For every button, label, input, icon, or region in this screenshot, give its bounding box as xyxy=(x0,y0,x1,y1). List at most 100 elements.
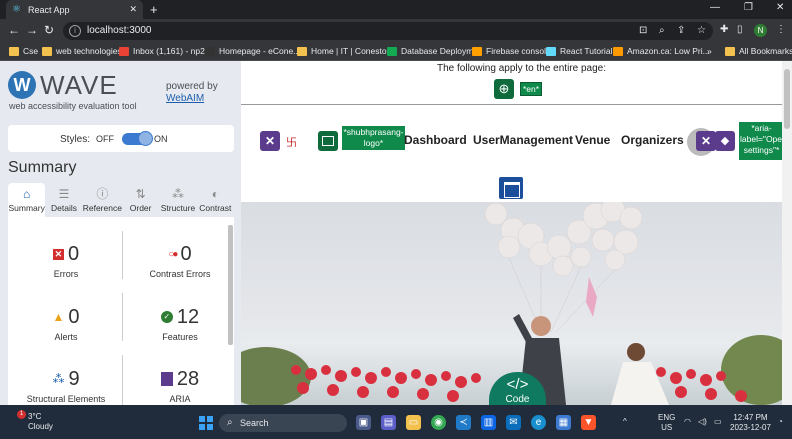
tab-structure[interactable]: ⁂ Structure xyxy=(159,183,196,217)
aria-tag-icon[interactable]: ◆ xyxy=(715,131,735,151)
back-icon[interactable]: ← xyxy=(8,23,20,37)
styles-on-label: ON xyxy=(154,134,168,144)
page-scrollbar[interactable] xyxy=(782,61,792,405)
wave-subtitle: web accessibility evaluation tool xyxy=(9,101,137,111)
error-icon: ✕ xyxy=(52,248,64,260)
store-icon[interactable]: ▦ xyxy=(556,415,571,430)
all-bookmarks-button[interactable]: All Bookmarks xyxy=(725,46,792,56)
edge-icon[interactable]: e xyxy=(531,415,546,430)
extensions-icon[interactable]: ✚ xyxy=(720,24,728,35)
url-text[interactable]: localhost:3000 xyxy=(87,25,152,36)
wave-tabs: ⌂ Summary ☰ Details ⓘ Reference ⇅ Order ⁂ Str… xyxy=(8,183,234,217)
bookmark-item[interactable]: Database Deploym... xyxy=(387,46,480,56)
tab-details[interactable]: ☰ Details xyxy=(45,183,82,217)
nav-venue[interactable]: Venue xyxy=(575,133,610,147)
react-icon: ⚛ xyxy=(12,3,21,15)
bookmark-item[interactable]: React Tutorial xyxy=(546,46,612,56)
tray-overflow-icon[interactable]: ^ xyxy=(623,417,627,427)
site-icon xyxy=(205,46,215,56)
styles-toggle-knob[interactable] xyxy=(138,131,153,146)
browser-toolbar: ← → ↻ i localhost:3000 ⊡ ⌕ ⇪ ☆ xyxy=(0,19,792,43)
mongodb-icon xyxy=(387,46,397,56)
styles-off-label: OFF xyxy=(96,134,114,144)
browser-tab[interactable]: ⚛ React App ✕ xyxy=(6,0,143,19)
clock[interactable]: 12:47 PM 2023-12-07 xyxy=(730,413,771,433)
mail-icon[interactable]: ✉ xyxy=(506,415,521,430)
tab-summary[interactable]: ⌂ Summary xyxy=(8,183,46,217)
scrollbar-thumb[interactable] xyxy=(784,69,790,129)
tab-order[interactable]: ⇅ Order xyxy=(122,183,159,217)
teams-icon[interactable]: ▤ xyxy=(381,415,396,430)
logo-alt-tag: *shubhprasang-logo* xyxy=(342,126,405,150)
bookmark-item[interactable]: Amazon.ca: Low Pri... xyxy=(613,46,710,56)
notification-badge: 1 xyxy=(17,410,26,419)
bookmark-item[interactable]: Inbox (1,161) - np2... xyxy=(119,46,212,56)
errors-stat[interactable]: ✕ 0 Errors xyxy=(16,243,116,279)
language-indicator[interactable]: ENG US xyxy=(658,413,675,433)
code-view-button[interactable]: </> Code xyxy=(489,372,546,405)
language-globe-icon[interactable]: ⊕ xyxy=(494,79,514,99)
nav-organizers[interactable]: Organizers xyxy=(621,133,684,147)
contrast-error-icon: ○● xyxy=(168,248,178,260)
zoom-icon[interactable]: ⌕ xyxy=(659,25,665,36)
summary-heading: Summary xyxy=(8,159,77,176)
task-view-icon[interactable]: ▣ xyxy=(356,415,371,430)
new-tab-button[interactable]: + xyxy=(150,3,158,16)
code-label: Code xyxy=(505,394,530,405)
alerts-stat[interactable]: ▲ 0 Alerts xyxy=(16,306,116,342)
divider xyxy=(122,355,123,405)
forward-icon[interactable]: → xyxy=(26,23,38,37)
wave-logo-icon: W xyxy=(8,71,36,99)
share-icon[interactable]: ⇪ xyxy=(677,25,685,36)
profile-avatar[interactable]: N xyxy=(754,24,767,37)
powered-by: powered by WebAIM xyxy=(166,81,218,105)
bookmark-item[interactable]: web technologies xyxy=(42,46,122,56)
minimize-icon[interactable]: — xyxy=(710,2,720,13)
tab-contrast[interactable]: ◐ Contrast xyxy=(197,183,234,217)
volume-icon[interactable]: ◁) xyxy=(698,417,707,427)
aria-stat[interactable]: 28 ARIA xyxy=(130,368,230,404)
summary-panel: ✕ 0 Errors ○● 0 Contrast Errors ▲ 0 Alerts … xyxy=(8,217,234,405)
brand-logo-icon[interactable]: 卐 xyxy=(286,134,297,150)
windows-start-icon[interactable] xyxy=(199,416,213,430)
tab-title: React App xyxy=(28,4,70,15)
close-icon[interactable]: ✕ xyxy=(129,4,137,15)
aria-x-icon[interactable]: ✕ xyxy=(696,131,716,151)
bookmark-item[interactable]: Firebase console xyxy=(472,46,551,56)
contrast-errors-stat[interactable]: ○● 0 Contrast Errors xyxy=(130,243,230,279)
bookmark-star-icon[interactable]: ☆ xyxy=(697,25,706,36)
address-bar[interactable]: i localhost:3000 ⊡ ⌕ ⇪ ☆ xyxy=(63,22,713,40)
aria-x-icon[interactable]: ✕ xyxy=(260,131,280,151)
image-alt-icon[interactable] xyxy=(318,131,338,151)
file-explorer-icon[interactable]: ▭ xyxy=(406,415,421,430)
webaim-link[interactable]: WebAIM xyxy=(166,93,218,105)
bookmark-item[interactable]: Cse xyxy=(9,46,38,56)
amazon-icon xyxy=(613,46,623,56)
tab-reference[interactable]: ⓘ Reference xyxy=(83,183,122,217)
reload-icon[interactable]: ↻ xyxy=(44,23,54,37)
taskbar-search[interactable]: ⌕ Search xyxy=(219,414,347,432)
maximize-icon[interactable]: ❐ xyxy=(744,2,753,13)
divider xyxy=(122,293,123,341)
install-icon[interactable]: ⊡ xyxy=(639,25,647,36)
trello-icon[interactable]: ▥ xyxy=(481,415,496,430)
battery-icon[interactable]: ▭ xyxy=(714,417,722,427)
bookmark-item[interactable]: Home | IT | Conesto... xyxy=(297,46,394,56)
wifi-icon[interactable]: ◠ xyxy=(684,417,691,427)
nav-dashboard[interactable]: Dashboard xyxy=(404,133,467,147)
notification-bell-icon[interactable]: ◔ xyxy=(778,417,783,427)
window-close-icon[interactable]: ✕ xyxy=(776,2,784,13)
more-bookmarks-button[interactable]: » xyxy=(707,46,712,56)
menu-icon[interactable]: ⋮ xyxy=(776,24,786,35)
styles-toggle-box: Styles: OFF ON xyxy=(8,125,234,152)
info-icon[interactable]: i xyxy=(69,25,81,37)
chrome-icon[interactable]: ◉ xyxy=(431,415,446,430)
structure-region-icon[interactable] xyxy=(499,177,523,199)
structural-stat[interactable]: ⁂ 9 Structural Elements xyxy=(16,368,116,404)
vscode-icon[interactable]: ≺ xyxy=(456,415,471,430)
nav-usermanagement[interactable]: UserManagement xyxy=(473,133,573,147)
brave-icon[interactable]: ▼ xyxy=(581,415,596,430)
features-stat[interactable]: ✓ 12 Features xyxy=(130,306,230,342)
bookmark-item[interactable]: Homepage - eCone... xyxy=(205,46,300,56)
sidepanel-icon[interactable]: ▯ xyxy=(737,24,743,35)
